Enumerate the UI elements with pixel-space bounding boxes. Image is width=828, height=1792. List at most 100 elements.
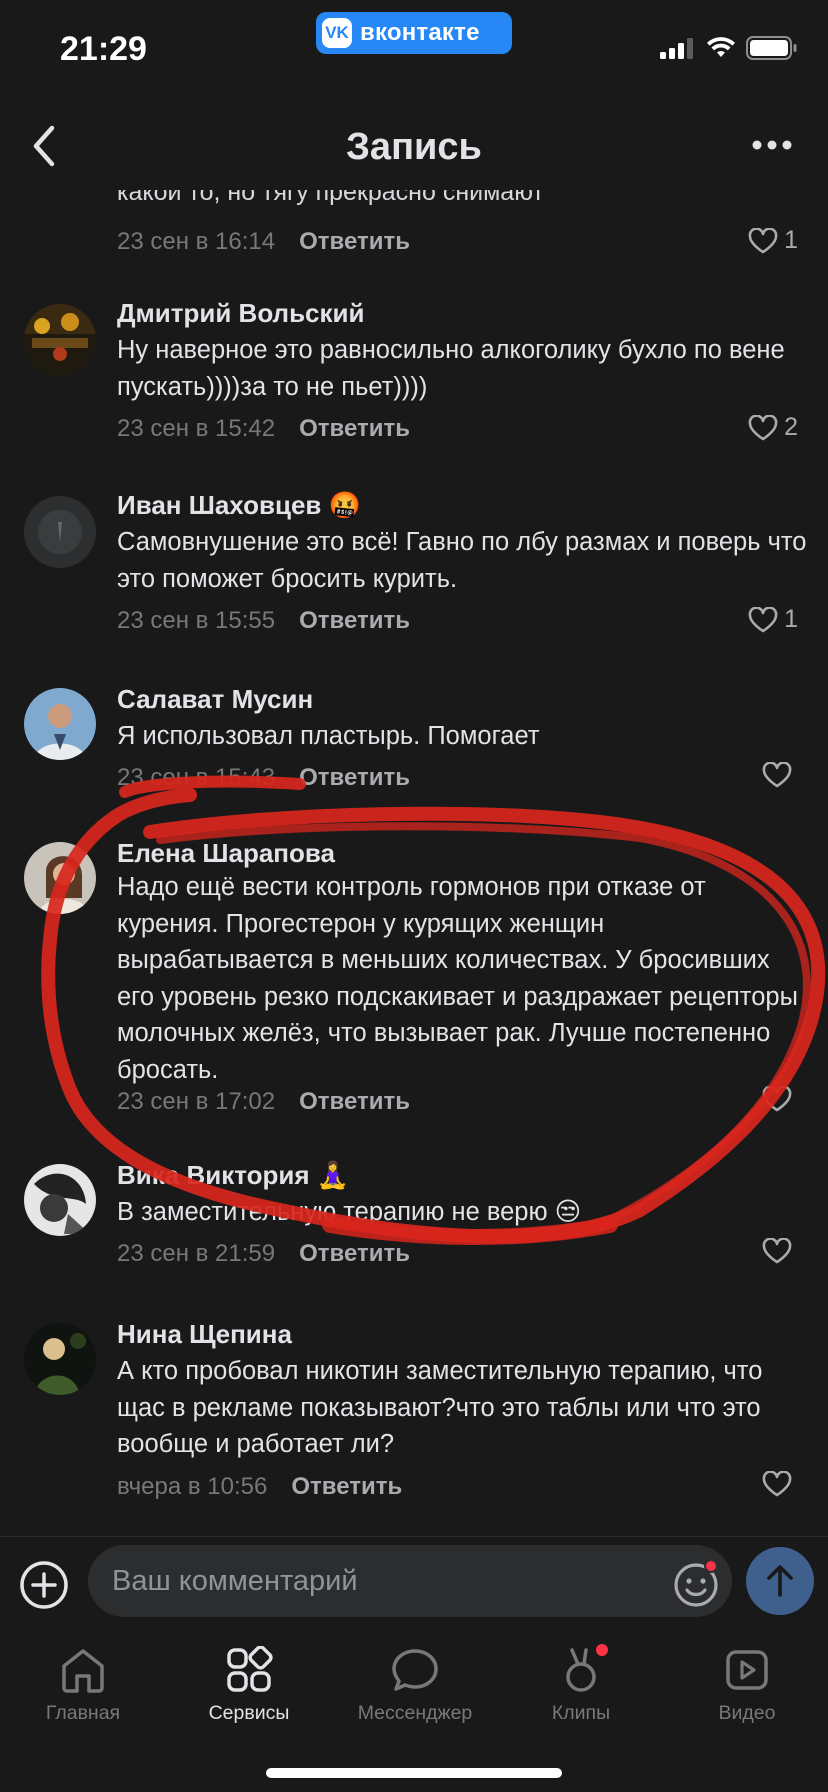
tab-clips[interactable]: Клипы — [498, 1640, 664, 1740]
bottom-tab-bar: Главная Сервисы Мессенджер Клипы Видео — [0, 1632, 828, 1792]
avatar-image — [24, 842, 96, 914]
like-button[interactable] — [762, 762, 798, 788]
comment-meta: 23 сен в 15:55 Ответить — [117, 607, 410, 635]
like-button[interactable] — [762, 1238, 798, 1264]
heart-icon — [762, 1238, 792, 1264]
comment-composer — [0, 1536, 828, 1632]
commenter-name[interactable]: Вика Виктория 🧘‍♀️ — [117, 1160, 349, 1191]
comments-list[interactable]: какой то, но тягу прекрасно снимают 23 с… — [0, 190, 828, 1530]
add-attachment-icon[interactable] — [18, 1559, 70, 1611]
avatar[interactable] — [24, 842, 96, 914]
comment-meta: 23 сен в 21:59 Ответить — [117, 1240, 410, 1268]
vk-app-pill[interactable]: VK вконтакте — [316, 12, 512, 54]
heart-icon — [762, 1086, 792, 1112]
comment-meta: 23 сен в 15:43 Ответить — [117, 764, 410, 792]
commenter-name[interactable]: Дмитрий Вольский — [117, 298, 365, 329]
like-button[interactable] — [762, 1471, 798, 1497]
comment-date: 23 сен в 15:43 — [117, 764, 276, 791]
comment-text: А кто пробовал никотин заместительную те… — [117, 1357, 763, 1458]
reply-button[interactable]: Ответить — [299, 1240, 410, 1268]
heart-icon — [748, 606, 778, 632]
name-emoji: 🧘‍♀️ — [316, 1160, 350, 1190]
avatar[interactable] — [24, 688, 96, 760]
comment-date: 23 сен в 16:14 — [117, 228, 276, 255]
reply-button[interactable]: Ответить — [299, 764, 410, 792]
navigation-header: Запись — [0, 100, 828, 196]
avatar-image — [24, 1164, 96, 1236]
like-count: 2 — [784, 413, 798, 441]
services-icon — [227, 1646, 273, 1692]
more-dots-icon — [752, 140, 792, 150]
heart-icon — [762, 1471, 792, 1497]
video-icon — [726, 1650, 768, 1690]
tab-messenger[interactable]: Мессенджер — [332, 1640, 498, 1740]
tab-label: Главная — [45, 1702, 121, 1724]
commenter-name[interactable]: Нина Щепина — [117, 1319, 292, 1350]
comment-date: 23 сен в 21:59 — [117, 1240, 276, 1267]
heart-icon — [748, 414, 778, 440]
comment-text: Я использовал пластырь. Помогает — [117, 722, 540, 750]
like-count: 1 — [784, 226, 798, 254]
cellular-signal-icon — [660, 38, 693, 59]
status-time: 21:29 — [60, 30, 147, 68]
arrow-up-icon — [767, 1565, 793, 1597]
comment-text: Самовнушение это всё! Гавно по лбу разма… — [117, 528, 807, 593]
tab-label: Сервисы — [208, 1702, 290, 1724]
like-button[interactable]: 2 — [748, 413, 798, 442]
comment-meta: вчера в 10:56 Ответить — [117, 1473, 402, 1501]
home-indicator — [266, 1768, 562, 1778]
tab-video[interactable]: Видео — [664, 1640, 828, 1740]
comment-text: В заместительную терапию не верю 😒 — [117, 1198, 582, 1226]
vk-app-label: вконтакте — [360, 19, 480, 46]
like-count: 1 — [784, 605, 798, 633]
tab-services[interactable]: Сервисы — [166, 1640, 332, 1740]
comment-date: 23 сен в 15:42 — [117, 415, 276, 442]
avatar[interactable] — [24, 1323, 96, 1395]
comment-meta: 23 сен в 16:14 Ответить — [117, 228, 410, 256]
avatar-image — [24, 688, 96, 760]
send-button[interactable] — [746, 1547, 814, 1615]
commenter-name[interactable]: Елена Шарапова — [117, 838, 335, 869]
vk-logo-icon: VK — [322, 18, 352, 48]
comment-meta: 23 сен в 15:42 Ответить — [117, 415, 410, 443]
heart-icon — [762, 762, 792, 788]
commenter-name[interactable]: Салават Мусин — [117, 684, 313, 715]
avatar[interactable] — [24, 1164, 96, 1236]
avatar-image — [24, 496, 96, 568]
status-icons — [660, 36, 798, 60]
home-icon — [62, 1649, 104, 1693]
comment-input[interactable] — [88, 1545, 732, 1617]
tab-home[interactable]: Главная — [0, 1640, 166, 1740]
tab-label: Клипы — [551, 1702, 611, 1724]
like-button[interactable] — [762, 1086, 798, 1112]
page-title: Запись — [346, 126, 482, 168]
reply-button[interactable]: Ответить — [291, 1473, 402, 1501]
like-button[interactable]: 1 — [748, 605, 798, 634]
tab-label: Мессенджер — [357, 1702, 473, 1724]
tab-label: Видео — [718, 1702, 776, 1724]
comment-date: вчера в 10:56 — [117, 1473, 268, 1500]
commenter-name-text: Иван Шаховцев — [117, 490, 322, 520]
avatar-image — [24, 1323, 96, 1395]
reply-button[interactable]: Ответить — [299, 607, 410, 635]
commenter-name-text: Вика Виктория — [117, 1160, 310, 1190]
comment-date: 23 сен в 15:55 — [117, 607, 276, 634]
commenter-name[interactable]: Иван Шаховцев 🤬 — [117, 490, 361, 521]
avatar-image — [24, 304, 96, 376]
reply-button[interactable]: Ответить — [299, 228, 410, 256]
avatar[interactable] — [24, 304, 96, 376]
like-button[interactable]: 1 — [748, 226, 798, 255]
comment-text: Надо ещё вести контроль гормонов при отк… — [117, 873, 798, 1084]
more-options-button[interactable] — [740, 120, 804, 170]
reply-button[interactable]: Ответить — [299, 1088, 410, 1116]
status-bar: 21:29 VK вконтакте — [0, 0, 828, 100]
post-screen: 21:29 VK вконтакте Запись какой то, но т… — [0, 0, 828, 1792]
comment-meta: 23 сен в 17:02 Ответить — [117, 1088, 410, 1116]
heart-icon — [748, 227, 778, 253]
avatar[interactable] — [24, 496, 96, 568]
name-emoji: 🤬 — [328, 490, 362, 520]
comment-text: Ну наверное это равносильно алкоголику б… — [117, 336, 785, 401]
notification-dot — [704, 1559, 718, 1573]
reply-button[interactable]: Ответить — [299, 415, 410, 443]
comment-date: 23 сен в 17:02 — [117, 1088, 276, 1115]
